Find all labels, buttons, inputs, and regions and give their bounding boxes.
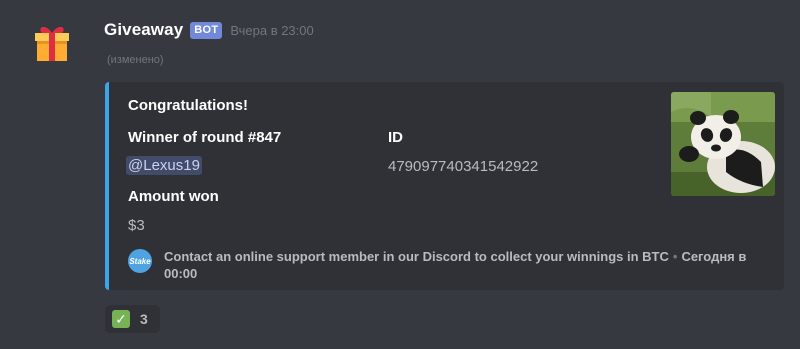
bot-tag: BOT	[190, 21, 223, 39]
field-name-amount: Amount won	[128, 188, 219, 205]
field-name-winner: Winner of round #847	[128, 129, 282, 146]
field-value-amount: $3	[128, 217, 145, 234]
embed-title: Congratulations!	[128, 97, 248, 114]
reaction-button[interactable]: ✓ 3	[105, 305, 160, 333]
message-timestamp: Вчера в 23:00	[230, 22, 314, 38]
stake-logo-icon: Stake	[128, 249, 152, 273]
embed-card: Congratulations! Winner of round #847 @L…	[105, 82, 784, 290]
gift-icon[interactable]	[30, 20, 74, 64]
footer-separator: •	[672, 249, 678, 264]
footer-text: Contact an online support member in our …	[164, 249, 669, 264]
field-value-id: 479097740341542922	[388, 158, 539, 175]
reaction-count: 3	[140, 311, 148, 327]
message-header: Giveaway BOT Вчера в 23:00	[104, 18, 314, 42]
edited-label: (изменено)	[107, 54, 164, 66]
chat-message: Giveaway BOT Вчера в 23:00 (изменено) Co…	[0, 0, 800, 349]
user-mention[interactable]: @Lexus19	[126, 156, 202, 175]
white-check-mark-icon: ✓	[112, 310, 130, 328]
field-name-id: ID	[388, 129, 403, 146]
panda-image[interactable]	[671, 92, 775, 196]
username[interactable]: Giveaway	[104, 20, 183, 40]
embed-footer: Contact an online support member in our …	[164, 248, 776, 282]
